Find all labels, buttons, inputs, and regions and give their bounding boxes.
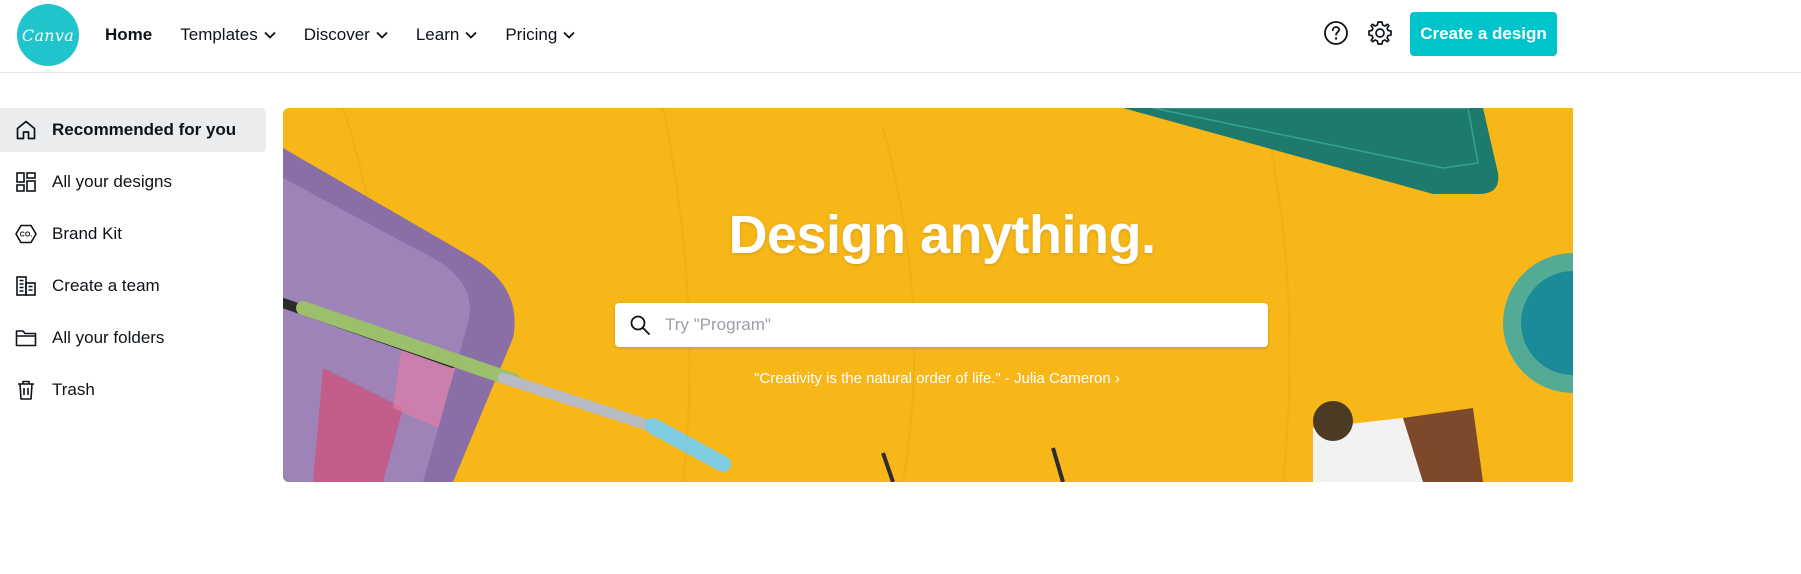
help-circle-icon[interactable] [1322, 19, 1350, 47]
sidebar-item-label: Brand Kit [52, 224, 122, 243]
create-a-design-label: Create a design [1420, 24, 1547, 43]
nav-discover-label: Discover [303, 25, 370, 44]
search-input[interactable] [663, 314, 1227, 336]
nav-pricing[interactable]: Pricing [505, 25, 575, 45]
chevron-down-icon [264, 31, 276, 39]
chevron-down-icon [376, 31, 388, 39]
canva-logo[interactable]: Canva [17, 4, 79, 66]
main-nav: Home Templates Discover Learn Pricing [105, 0, 603, 70]
top-navigation-bar: Canva Home Templates Discover Learn Pric… [0, 0, 1801, 73]
logo-text: Canva [21, 25, 75, 45]
sidebar-item-label: Trash [52, 380, 95, 399]
folder-icon [15, 330, 37, 347]
sidebar-item-label: Create a team [52, 276, 160, 295]
hero-background-illustration [283, 108, 1573, 482]
sidebar-item-create-team[interactable]: Create a team [0, 264, 266, 308]
sidebar-item-brand-kit[interactable]: CO. Brand Kit [0, 212, 266, 256]
home-icon [16, 120, 36, 140]
gear-icon[interactable] [1366, 19, 1394, 47]
brand-kit-icon: CO. [15, 224, 37, 244]
search-icon [630, 315, 650, 335]
hero-banner: Design anything. "Creativity is the natu… [283, 108, 1573, 482]
nav-pricing-label: Pricing [505, 25, 558, 44]
sidebar: Recommended for you All your designs CO.… [0, 108, 266, 420]
search-bar[interactable] [615, 303, 1268, 347]
sidebar-item-label: Recommended for you [52, 120, 237, 139]
hero-quote-link[interactable]: "Creativity is the natural order of life… [283, 370, 1573, 387]
nav-home-label: Home [105, 25, 153, 44]
nav-templates-label: Templates [180, 25, 258, 44]
nav-discover[interactable]: Discover [304, 25, 388, 45]
nav-learn[interactable]: Learn [416, 25, 477, 45]
nav-templates[interactable]: Templates [180, 25, 276, 45]
trash-icon [18, 380, 34, 400]
sidebar-item-trash[interactable]: Trash [0, 368, 266, 412]
sidebar-item-all-folders[interactable]: All your folders [0, 316, 266, 360]
sidebar-item-label: All your folders [52, 328, 165, 347]
svg-text:CO.: CO. [20, 232, 33, 239]
nav-home[interactable]: Home [105, 25, 152, 45]
grid-icon [16, 172, 36, 192]
chevron-down-icon [563, 31, 575, 39]
team-building-icon [16, 276, 36, 296]
sidebar-item-label: All your designs [52, 172, 173, 191]
chevron-down-icon [465, 31, 477, 39]
nav-learn-label: Learn [415, 25, 460, 44]
hero-title: Design anything. [728, 205, 1156, 265]
create-a-design-button[interactable]: Create a design [1410, 12, 1557, 56]
sidebar-item-all-designs[interactable]: All your designs [0, 160, 266, 204]
sidebar-item-recommended[interactable]: Recommended for you [0, 108, 266, 152]
